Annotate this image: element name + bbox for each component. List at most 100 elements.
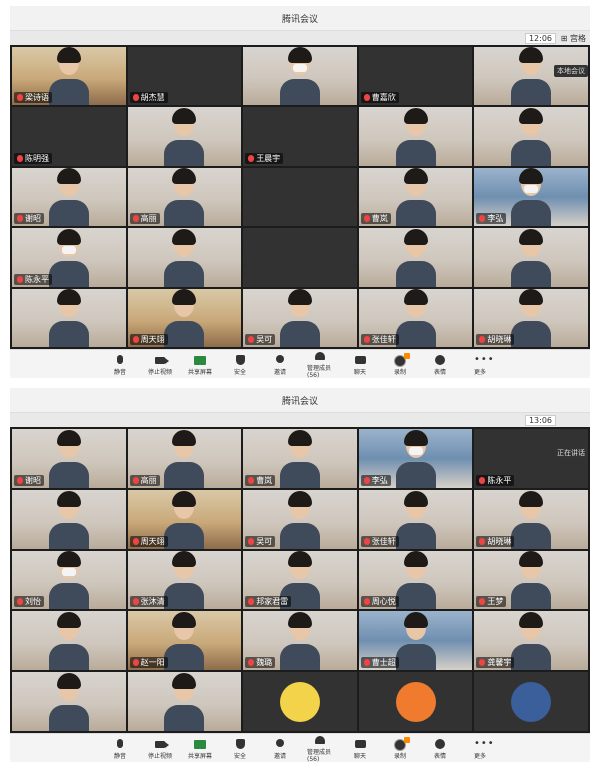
video-tile[interactable]: 李弘: [474, 167, 588, 227]
video-tile[interactable]: 胡晓琳: [474, 288, 588, 347]
video-tile[interactable]: 胡杰慧: [127, 47, 242, 106]
video-tile[interactable]: [243, 228, 357, 287]
video-tile[interactable]: 高丽: [127, 429, 242, 488]
video-tile[interactable]: 梁诗语: [12, 47, 126, 106]
video-tile[interactable]: [12, 611, 126, 671]
toolbar-label: 录制: [393, 368, 406, 376]
participant-video: [509, 107, 553, 166]
video-tile[interactable]: 张佳轩: [358, 489, 473, 549]
toolbar-button-emoji[interactable]: 表情: [427, 738, 453, 760]
members-icon: [314, 735, 326, 746]
video-tile[interactable]: [12, 489, 126, 549]
video-tile[interactable]: [358, 228, 473, 287]
muted-mic-icon: [363, 659, 370, 667]
participant-name: 赵一阳: [129, 657, 168, 669]
toolbar-button-share-screen[interactable]: 共享屏幕: [187, 355, 213, 376]
video-tile[interactable]: 周心悦: [358, 550, 473, 610]
participant-video: [509, 490, 553, 549]
video-tile[interactable]: 谢昭: [12, 167, 126, 227]
toolbar-label: 安全: [233, 752, 246, 760]
video-tile[interactable]: [127, 672, 242, 731]
participant-name: 梁诗语: [14, 92, 52, 104]
more-icon: •••: [474, 353, 495, 365]
participant-name: 吴可: [245, 535, 276, 547]
layout-toggle-button[interactable]: ⊞ 宫格: [561, 33, 586, 44]
toolbar-button-record[interactable]: 录制: [387, 352, 413, 376]
video-tile[interactable]: 刘怡: [12, 550, 126, 610]
video-tile[interactable]: [127, 228, 242, 287]
participant-name: 陈永平: [14, 273, 52, 285]
toolbar-button-camera[interactable]: 停止视频: [147, 355, 173, 376]
video-tile[interactable]: 王梦: [474, 550, 588, 610]
video-tile[interactable]: [358, 672, 473, 731]
toolbar-button-more[interactable]: ••• 更多: [467, 353, 495, 376]
toolbar-label: 表情: [433, 368, 446, 376]
muted-mic-icon: [17, 275, 23, 283]
muted-mic-icon: [248, 154, 255, 162]
video-tile[interactable]: 张沐清: [127, 550, 242, 610]
participant-video: [47, 47, 91, 106]
toolbar-button-emoji[interactable]: 表情: [427, 354, 453, 376]
video-tile[interactable]: 陈永平: [12, 228, 126, 287]
toolbar-button-shield[interactable]: 安全: [227, 354, 253, 376]
video-tile[interactable]: [474, 228, 588, 287]
video-tile[interactable]: 陈明强: [12, 107, 126, 166]
toolbar-button-chat[interactable]: 聊天: [347, 355, 373, 376]
video-tile[interactable]: 王晨宇: [243, 107, 357, 166]
participant-name: 胡杰慧: [129, 92, 168, 104]
video-tile[interactable]: [243, 47, 357, 106]
muted-mic-icon: [132, 537, 139, 545]
participant-name: 王晨宇: [245, 152, 284, 164]
toolbar-button-chat[interactable]: 聊天: [347, 739, 373, 760]
toolbar-button-invite[interactable]: 邀请: [267, 738, 293, 760]
toolbar-button-members[interactable]: 管理成员(56): [307, 735, 333, 762]
video-tile[interactable]: 吴可: [243, 288, 357, 347]
video-tile[interactable]: 李弘: [358, 429, 473, 488]
muted-mic-icon: [363, 215, 370, 223]
toolbar-button-members[interactable]: 管理成员(56): [307, 351, 333, 378]
muted-mic-icon: [132, 336, 139, 343]
toolbar-label: 管理成员(56): [307, 365, 332, 378]
video-tile[interactable]: 魏璐: [243, 611, 357, 671]
video-tile[interactable]: 谢昭: [12, 429, 126, 488]
toolbar-button-microphone[interactable]: 静音: [107, 354, 133, 376]
video-tile[interactable]: 周天翊: [127, 288, 242, 347]
toolbar-button-invite[interactable]: 邀请: [267, 354, 293, 376]
participant-video: [394, 612, 438, 671]
video-tile[interactable]: 龚馨宇: [474, 611, 588, 671]
participant-video: [509, 228, 553, 287]
muted-mic-icon: [248, 476, 255, 484]
muted-mic-icon: [479, 215, 486, 223]
video-tile[interactable]: [474, 672, 588, 731]
avatar: [511, 681, 552, 722]
video-tile[interactable]: [243, 672, 357, 731]
meeting-time: 13:06: [524, 415, 556, 426]
video-tile[interactable]: 高丽: [127, 167, 242, 227]
toolbar-button-more[interactable]: ••• 更多: [467, 738, 494, 760]
toolbar-button-camera[interactable]: 停止视频: [147, 739, 173, 760]
participant-name: 胡晓琳: [476, 334, 515, 345]
video-tile[interactable]: [12, 288, 126, 347]
participant-name: 李弘: [360, 474, 391, 486]
participant-name: 谢昭: [14, 213, 44, 225]
video-tile[interactable]: 赵一阳: [127, 611, 242, 671]
video-tile[interactable]: [358, 107, 473, 166]
toolbar-button-shield[interactable]: 安全: [227, 738, 253, 760]
video-tile[interactable]: [243, 167, 357, 227]
video-tile[interactable]: [12, 672, 126, 731]
video-tile[interactable]: 胡晓琳: [474, 489, 588, 549]
video-tile[interactable]: 曹士超: [358, 611, 473, 671]
participant-video: [162, 107, 206, 166]
video-tile[interactable]: 吴可: [243, 489, 357, 549]
toolbar-button-share-screen[interactable]: 共享屏幕: [187, 739, 213, 760]
video-tile[interactable]: 曹岚: [243, 429, 357, 488]
toolbar-button-microphone[interactable]: 静音: [107, 738, 133, 760]
video-tile[interactable]: [474, 107, 588, 166]
video-tile[interactable]: 邦家君雷: [243, 550, 357, 610]
toolbar-button-record[interactable]: 录制: [387, 736, 413, 760]
video-tile[interactable]: 张佳轩: [358, 288, 473, 347]
video-tile[interactable]: [127, 107, 242, 166]
video-tile[interactable]: 曹嘉欣: [358, 47, 473, 106]
video-tile[interactable]: 曹岚: [358, 167, 473, 227]
video-tile[interactable]: 周天翊: [127, 489, 242, 549]
